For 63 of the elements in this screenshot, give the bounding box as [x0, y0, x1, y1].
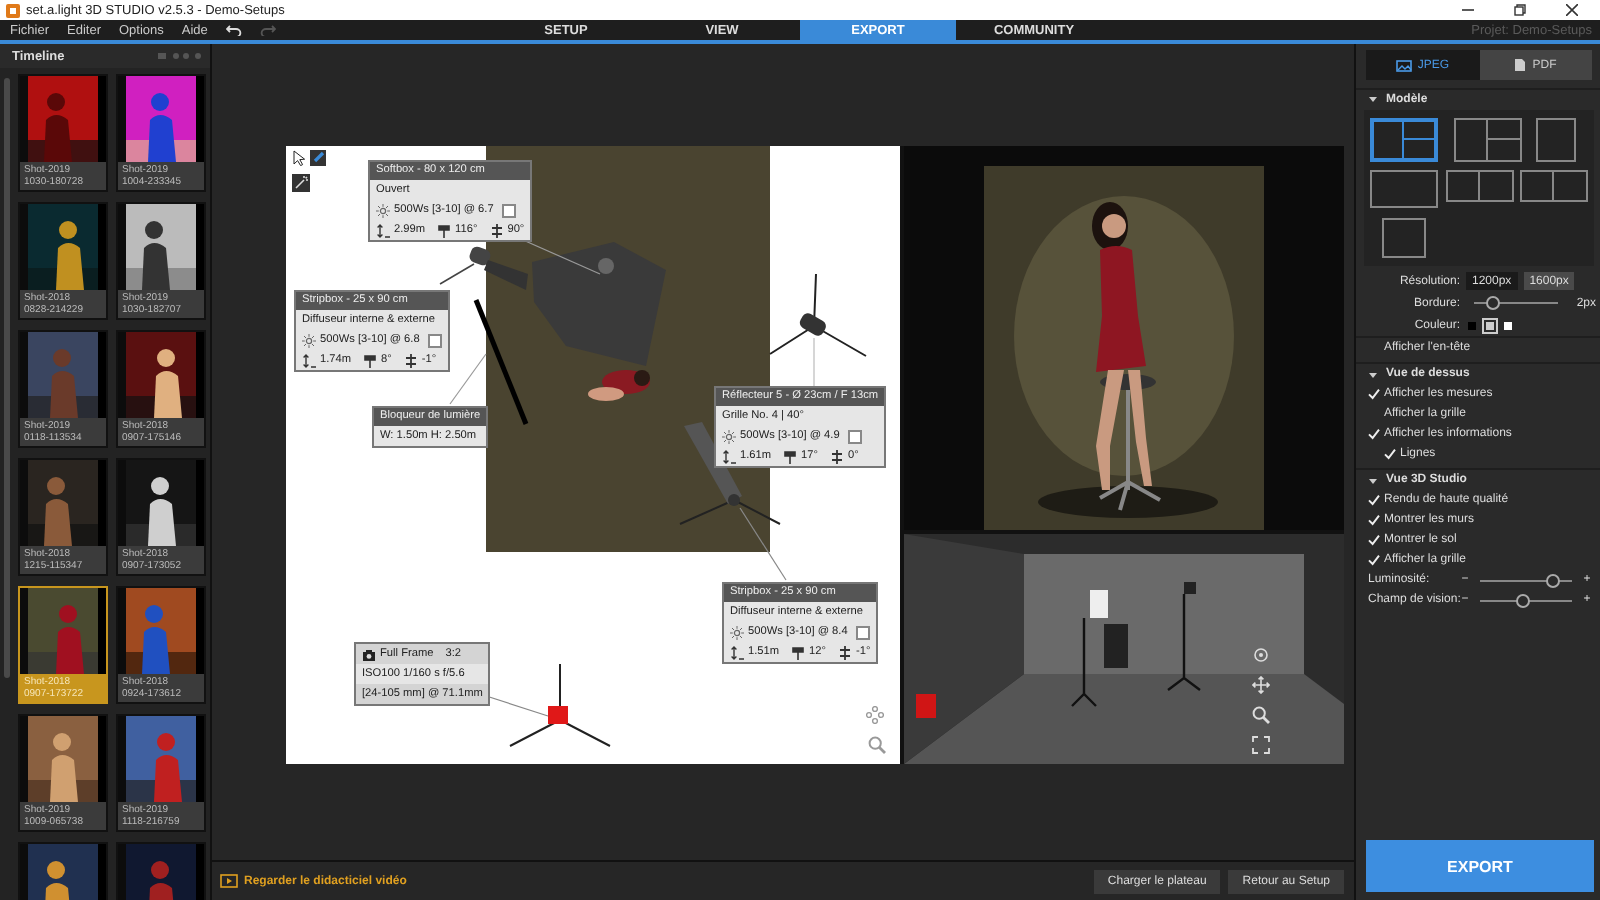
slider-thumb[interactable] — [1486, 296, 1501, 310]
search-icon[interactable] — [868, 736, 886, 754]
layout-template[interactable] — [1453, 118, 1521, 163]
lamp-icon — [791, 645, 806, 659]
sun-icon — [730, 625, 744, 639]
light-stand-drawing — [769, 273, 867, 357]
color-swatch — [855, 625, 870, 639]
color-swatch[interactable] — [1484, 319, 1496, 331]
fit-view-icon[interactable] — [1252, 736, 1270, 754]
minimize-icon[interactable] — [1462, 4, 1474, 16]
stand-icon — [403, 353, 418, 367]
move-icon[interactable] — [1252, 676, 1270, 694]
expand-arrow-icon[interactable] — [1368, 475, 1378, 485]
sun-icon — [722, 429, 736, 443]
layout-template[interactable] — [1382, 217, 1426, 258]
camera-drawing — [509, 663, 611, 747]
layout-template[interactable] — [1370, 118, 1438, 163]
color-swatch[interactable] — [1466, 319, 1478, 331]
document-icon — [1514, 58, 1527, 72]
search-icon[interactable] — [1252, 706, 1270, 724]
height-icon — [376, 223, 390, 237]
close-icon[interactable] — [1566, 4, 1578, 16]
height-icon — [730, 645, 744, 659]
color-swatch — [847, 429, 862, 443]
wand-icon[interactable] — [292, 174, 310, 192]
slider-thumb[interactable] — [1545, 573, 1560, 587]
layout-template[interactable] — [1520, 170, 1588, 203]
slider-thumb[interactable] — [1515, 593, 1530, 607]
leader-line — [449, 353, 487, 405]
light-head-drawing — [467, 245, 528, 290]
sun-icon — [376, 203, 390, 217]
softbox-drawing — [532, 242, 666, 366]
color-swatch[interactable] — [1502, 319, 1514, 331]
lamp-icon — [437, 223, 452, 237]
lamp-icon — [363, 353, 378, 367]
restore-icon[interactable] — [1514, 4, 1526, 16]
expand-arrow-icon[interactable] — [1368, 94, 1378, 104]
orbit-icon[interactable] — [1252, 646, 1270, 664]
model-figure — [588, 370, 650, 401]
lamp-icon — [783, 449, 798, 463]
layout-template[interactable] — [1445, 170, 1513, 203]
height-icon — [722, 449, 736, 463]
brush-icon[interactable] — [310, 150, 326, 166]
leader-line — [439, 263, 475, 285]
layout-template[interactable] — [1536, 118, 1576, 163]
checkmark-icon — [1368, 388, 1380, 400]
scrollbar[interactable] — [4, 78, 10, 678]
play-icon[interactable] — [220, 874, 238, 888]
leader-line — [813, 337, 815, 387]
image-icon — [1395, 59, 1412, 71]
layout-template[interactable] — [1370, 170, 1438, 209]
color-swatch — [427, 333, 442, 347]
undo-icon[interactable] — [225, 24, 242, 36]
expand-arrow-icon[interactable] — [1368, 369, 1378, 379]
stand-icon — [489, 223, 504, 237]
pointer-icon[interactable] — [292, 150, 308, 166]
stand-icon — [830, 449, 845, 463]
leader-line — [739, 507, 787, 581]
sun-icon — [302, 333, 316, 347]
move-icon[interactable] — [866, 706, 884, 724]
height-icon — [302, 353, 316, 367]
stand-icon — [838, 645, 853, 659]
color-swatch — [501, 203, 516, 217]
